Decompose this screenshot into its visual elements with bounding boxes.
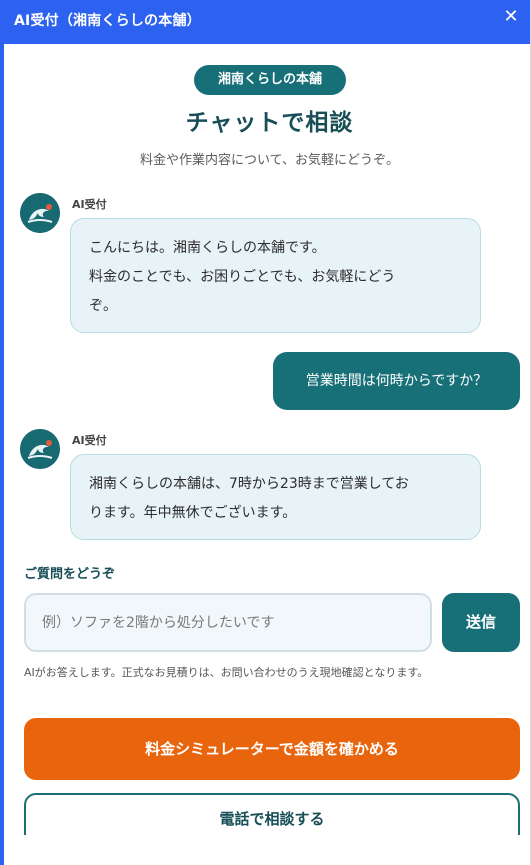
bot-message: こんにちは。湘南くらしの本舗です。 料金のことでも、お困りごとでも、お気軽にどう… [70,218,481,333]
shop-badge: 湘南くらしの本舗 [194,65,346,95]
user-message: 営業時間は何時からですか？ [273,352,520,410]
wave-icon [20,193,60,233]
page-subtitle: 料金や作業内容について、お気軽にどうぞ。 [140,153,399,168]
question-label: ご質問をどうぞ [24,567,116,582]
scroll-cutoff [4,835,530,865]
message-input[interactable] [24,593,432,652]
chat-widget: AI受付（湘南くらしの本舗） ✕ 湘南くらしの本舗 チャットで相談 料金や作業内… [0,0,531,865]
send-button[interactable]: 送信 [442,593,520,652]
close-button[interactable]: ✕ [500,6,522,28]
sender-label: AI受付 [72,198,107,211]
wave-icon [20,429,60,469]
window-title: AI受付（湘南くらしの本舗） [14,13,201,29]
page-title: チャットで相談 [185,110,354,136]
ai-notice: AIがお答えします。正式なお見積りは、お問い合わせのうえ現地確認となります。 [24,666,429,679]
bot-message: 湘南くらしの本舗は、7時から23時まで営業してお ります。年中無休でございます。 [70,454,481,540]
title-bar: AI受付（湘南くらしの本舗） ✕ [4,0,530,44]
sender-label: AI受付 [72,434,107,447]
price-simulator-button[interactable]: 料金シミュレーターで金額を確かめる [24,718,520,780]
